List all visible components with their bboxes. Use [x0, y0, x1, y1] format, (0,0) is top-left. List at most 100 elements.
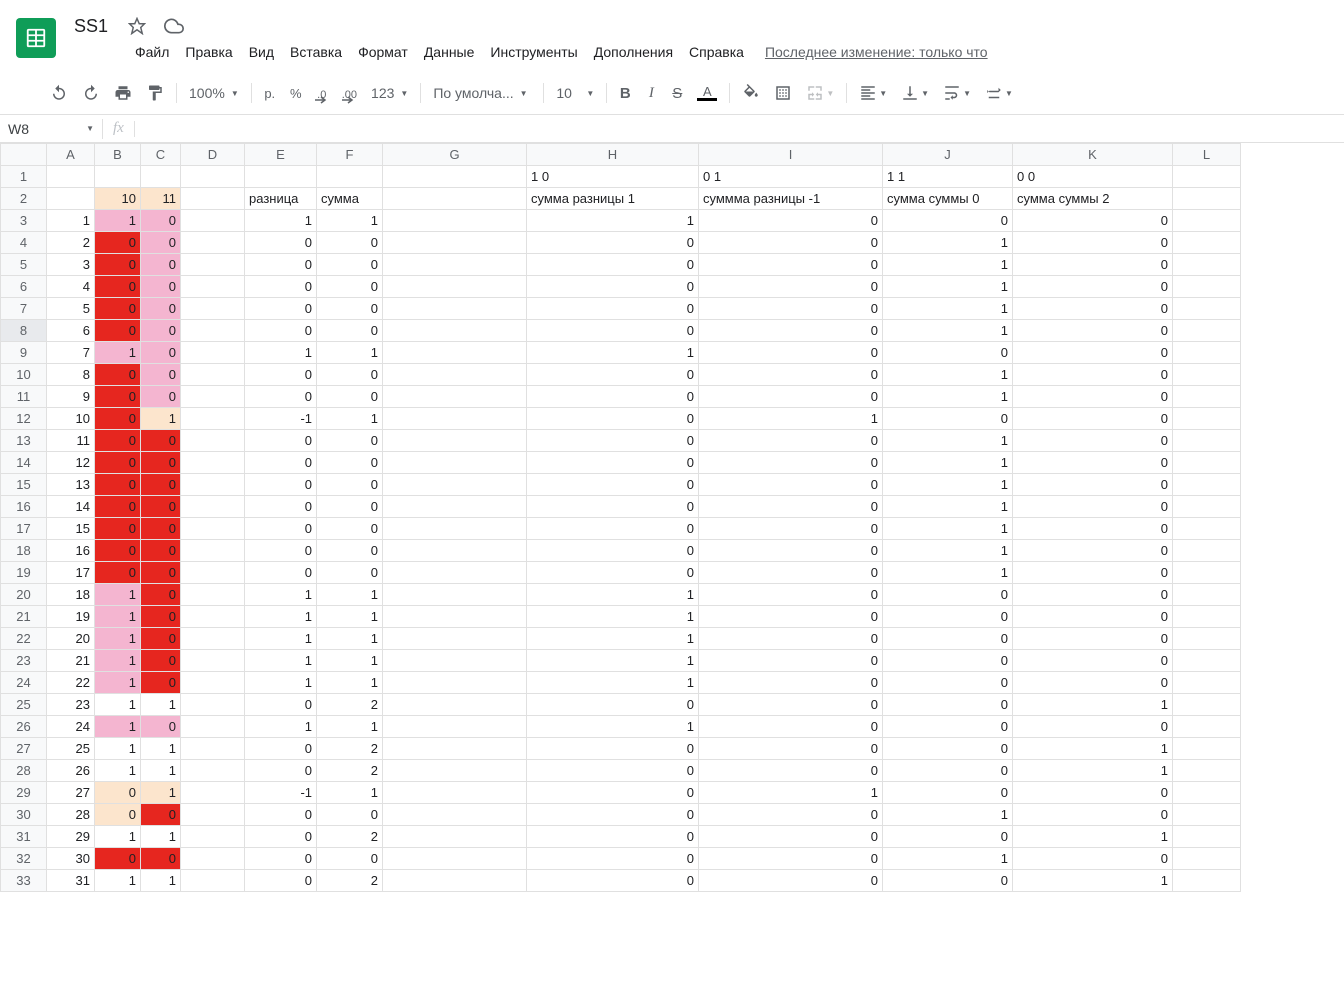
row-header-33[interactable]: 33 — [1, 870, 47, 892]
cell-D11[interactable] — [181, 386, 245, 408]
cell-I30[interactable]: 0 — [699, 804, 883, 826]
cell-H5[interactable]: 0 — [527, 254, 699, 276]
cell-F8[interactable]: 0 — [317, 320, 383, 342]
cell-I33[interactable]: 0 — [699, 870, 883, 892]
row-header-32[interactable]: 32 — [1, 848, 47, 870]
cell-G1[interactable] — [383, 166, 527, 188]
cell-E14[interactable]: 0 — [245, 452, 317, 474]
cell-G2[interactable] — [383, 188, 527, 210]
cell-B17[interactable]: 0 — [95, 518, 141, 540]
cell-A14[interactable]: 12 — [47, 452, 95, 474]
last-edit-link[interactable]: Последнее изменение: только что — [765, 44, 988, 60]
cell-L20[interactable] — [1173, 584, 1241, 606]
cell-A30[interactable]: 28 — [47, 804, 95, 826]
row-header-1[interactable]: 1 — [1, 166, 47, 188]
cell-J13[interactable]: 1 — [883, 430, 1013, 452]
cell-J7[interactable]: 1 — [883, 298, 1013, 320]
cell-C9[interactable]: 0 — [141, 342, 181, 364]
row-header-10[interactable]: 10 — [1, 364, 47, 386]
cell-J25[interactable]: 0 — [883, 694, 1013, 716]
cell-E3[interactable]: 1 — [245, 210, 317, 232]
column-header-E[interactable]: E — [245, 144, 317, 166]
cell-E22[interactable]: 1 — [245, 628, 317, 650]
cell-A11[interactable]: 9 — [47, 386, 95, 408]
cell-K19[interactable]: 0 — [1013, 562, 1173, 584]
cell-K13[interactable]: 0 — [1013, 430, 1173, 452]
cell-L25[interactable] — [1173, 694, 1241, 716]
cell-I9[interactable]: 0 — [699, 342, 883, 364]
cell-L32[interactable] — [1173, 848, 1241, 870]
cell-C10[interactable]: 0 — [141, 364, 181, 386]
cell-E17[interactable]: 0 — [245, 518, 317, 540]
cell-E9[interactable]: 1 — [245, 342, 317, 364]
cell-D10[interactable] — [181, 364, 245, 386]
cell-F23[interactable]: 1 — [317, 650, 383, 672]
cell-K10[interactable]: 0 — [1013, 364, 1173, 386]
cell-G8[interactable] — [383, 320, 527, 342]
cell-C2[interactable]: 11 — [141, 188, 181, 210]
cell-D18[interactable] — [181, 540, 245, 562]
cell-I14[interactable]: 0 — [699, 452, 883, 474]
cell-J32[interactable]: 1 — [883, 848, 1013, 870]
cell-A3[interactable]: 1 — [47, 210, 95, 232]
cell-C15[interactable]: 0 — [141, 474, 181, 496]
row-header-16[interactable]: 16 — [1, 496, 47, 518]
cell-H17[interactable]: 0 — [527, 518, 699, 540]
cell-K25[interactable]: 1 — [1013, 694, 1173, 716]
cell-G32[interactable] — [383, 848, 527, 870]
cell-C18[interactable]: 0 — [141, 540, 181, 562]
cell-F16[interactable]: 0 — [317, 496, 383, 518]
cell-H1[interactable]: 1 0 — [527, 166, 699, 188]
cell-I6[interactable]: 0 — [699, 276, 883, 298]
cell-E23[interactable]: 1 — [245, 650, 317, 672]
document-title[interactable]: SS1 — [68, 14, 114, 39]
cell-L33[interactable] — [1173, 870, 1241, 892]
cell-K15[interactable]: 0 — [1013, 474, 1173, 496]
row-header-4[interactable]: 4 — [1, 232, 47, 254]
cell-K8[interactable]: 0 — [1013, 320, 1173, 342]
cell-D3[interactable] — [181, 210, 245, 232]
cell-I26[interactable]: 0 — [699, 716, 883, 738]
percent-button[interactable]: % — [284, 80, 308, 107]
column-header-L[interactable]: L — [1173, 144, 1241, 166]
cell-A16[interactable]: 14 — [47, 496, 95, 518]
cell-K3[interactable]: 0 — [1013, 210, 1173, 232]
cell-K11[interactable]: 0 — [1013, 386, 1173, 408]
decrease-decimal-button[interactable]: .0 — [310, 80, 334, 107]
cell-C11[interactable]: 0 — [141, 386, 181, 408]
cell-G4[interactable] — [383, 232, 527, 254]
cell-C22[interactable]: 0 — [141, 628, 181, 650]
cell-F19[interactable]: 0 — [317, 562, 383, 584]
cell-E12[interactable]: -1 — [245, 408, 317, 430]
cell-H20[interactable]: 1 — [527, 584, 699, 606]
cell-D9[interactable] — [181, 342, 245, 364]
cell-J16[interactable]: 1 — [883, 496, 1013, 518]
cell-B20[interactable]: 1 — [95, 584, 141, 606]
cell-H25[interactable]: 0 — [527, 694, 699, 716]
cell-K1[interactable]: 0 0 — [1013, 166, 1173, 188]
cell-B32[interactable]: 0 — [95, 848, 141, 870]
cell-A33[interactable]: 31 — [47, 870, 95, 892]
cell-J14[interactable]: 1 — [883, 452, 1013, 474]
row-header-17[interactable]: 17 — [1, 518, 47, 540]
cell-D23[interactable] — [181, 650, 245, 672]
cell-H26[interactable]: 1 — [527, 716, 699, 738]
cell-K18[interactable]: 0 — [1013, 540, 1173, 562]
vertical-align-button[interactable]: ▼ — [895, 78, 935, 108]
cell-J28[interactable]: 0 — [883, 760, 1013, 782]
cell-J33[interactable]: 0 — [883, 870, 1013, 892]
cell-B25[interactable]: 1 — [95, 694, 141, 716]
cell-G29[interactable] — [383, 782, 527, 804]
cell-C29[interactable]: 1 — [141, 782, 181, 804]
cell-L26[interactable] — [1173, 716, 1241, 738]
column-header-D[interactable]: D — [181, 144, 245, 166]
cell-C31[interactable]: 1 — [141, 826, 181, 848]
cell-J2[interactable]: сумма суммы 0 — [883, 188, 1013, 210]
cell-F15[interactable]: 0 — [317, 474, 383, 496]
cell-E5[interactable]: 0 — [245, 254, 317, 276]
cell-H10[interactable]: 0 — [527, 364, 699, 386]
cell-C30[interactable]: 0 — [141, 804, 181, 826]
sheets-logo[interactable] — [16, 18, 56, 58]
cell-G18[interactable] — [383, 540, 527, 562]
cell-E31[interactable]: 0 — [245, 826, 317, 848]
